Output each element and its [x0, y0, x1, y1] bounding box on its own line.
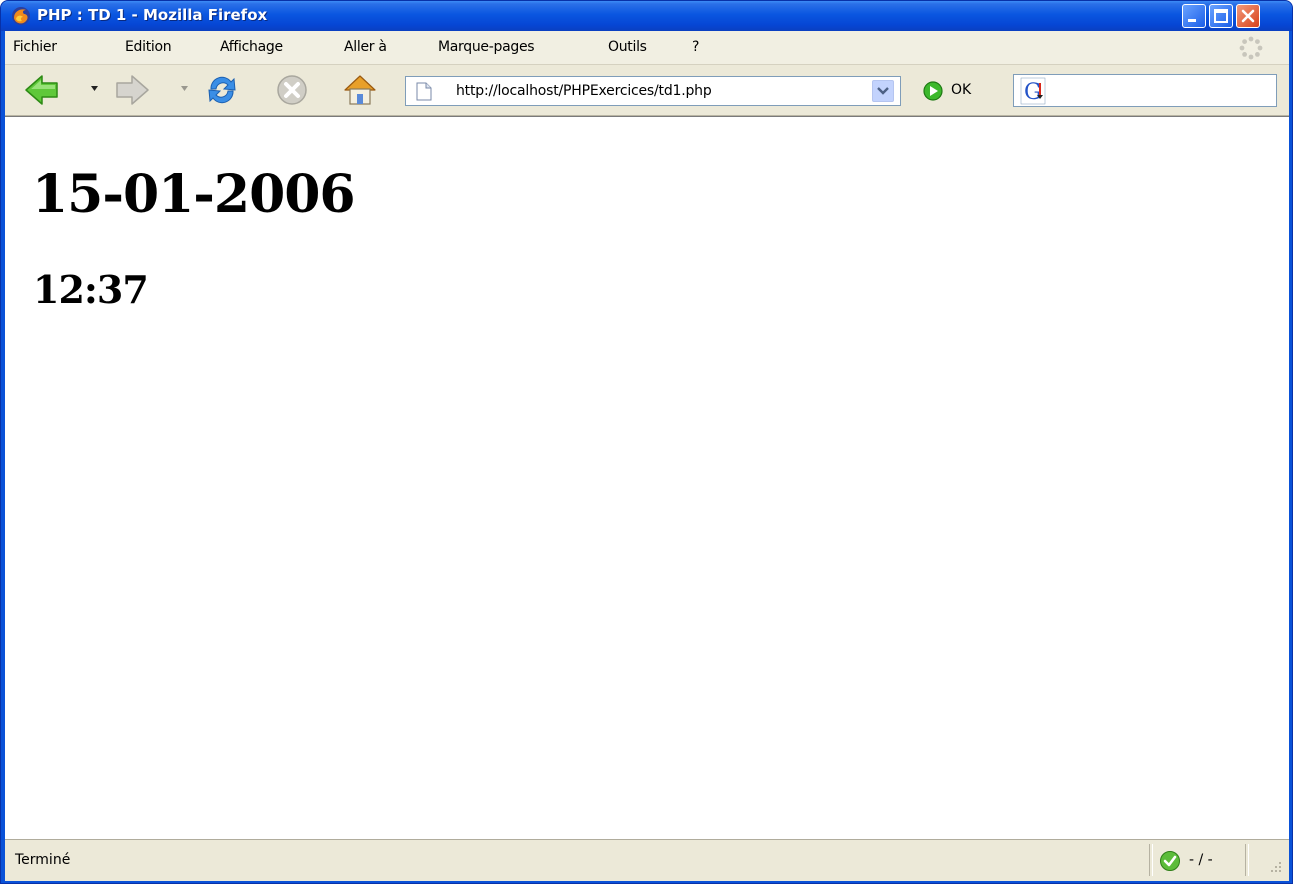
date-heading: 15-01-2006: [32, 164, 356, 225]
forward-dropdown-icon[interactable]: [181, 86, 188, 91]
page-icon: [416, 82, 432, 101]
resize-grip-icon[interactable]: [1267, 860, 1283, 876]
menu-affichage[interactable]: Affichage: [220, 39, 283, 55]
navigation-toolbar: http://localhost/PHPExercices/td1.php OK…: [5, 65, 1289, 116]
url-bar[interactable]: http://localhost/PHPExercices/td1.php: [405, 76, 901, 106]
stop-icon[interactable]: [273, 71, 311, 109]
back-dropdown-icon[interactable]: [91, 86, 98, 91]
check-icon: [1160, 851, 1180, 871]
firefox-icon: [12, 7, 30, 25]
close-icon: [1241, 9, 1255, 23]
menu-bar: Fichier Edition Affichage Aller à Marque…: [5, 31, 1289, 65]
back-icon[interactable]: [23, 71, 61, 109]
menu-edition[interactable]: Edition: [125, 39, 172, 55]
svg-text:G: G: [1024, 80, 1042, 105]
status-divider: [1245, 844, 1249, 876]
status-bar: Terminé - / -: [5, 839, 1289, 881]
go-button[interactable]: OK: [951, 82, 971, 98]
throbber-icon: [1239, 36, 1263, 60]
url-input[interactable]: http://localhost/PHPExercices/td1.php: [456, 83, 712, 99]
google-icon[interactable]: G: [1020, 77, 1046, 105]
page-content: 15-01-2006 12:37: [5, 116, 1289, 839]
browser-window: PHP : TD 1 - Mozilla Firefox Fichier Edi…: [0, 0, 1293, 884]
chevron-down-icon: [877, 87, 889, 95]
forward-icon[interactable]: [113, 71, 151, 109]
maximize-button[interactable]: [1209, 4, 1233, 28]
menu-aller-a[interactable]: Aller à: [344, 39, 387, 55]
go-icon[interactable]: [922, 80, 944, 102]
window-title: PHP : TD 1 - Mozilla Firefox: [37, 6, 268, 24]
menu-marque-pages[interactable]: Marque-pages: [438, 39, 535, 55]
url-dropdown-button[interactable]: [872, 80, 894, 102]
menu-fichier[interactable]: Fichier: [13, 39, 57, 55]
time-heading: 12:37: [33, 267, 149, 312]
menu-outils[interactable]: Outils: [608, 39, 647, 55]
minimize-button[interactable]: [1182, 4, 1206, 28]
window-client: Fichier Edition Affichage Aller à Marque…: [5, 31, 1289, 881]
home-icon[interactable]: [341, 71, 379, 109]
title-bar[interactable]: PHP : TD 1 - Mozilla Firefox: [1, 1, 1292, 31]
status-divider: [1149, 844, 1153, 876]
close-button[interactable]: [1236, 4, 1260, 28]
menu-help[interactable]: ?: [692, 39, 699, 55]
search-input[interactable]: G: [1013, 74, 1277, 107]
status-progress-text: - / -: [1189, 852, 1213, 868]
status-text: Terminé: [15, 852, 71, 868]
minimize-icon: [1188, 19, 1196, 22]
reload-icon[interactable]: [203, 71, 241, 109]
maximize-icon: [1214, 9, 1228, 23]
